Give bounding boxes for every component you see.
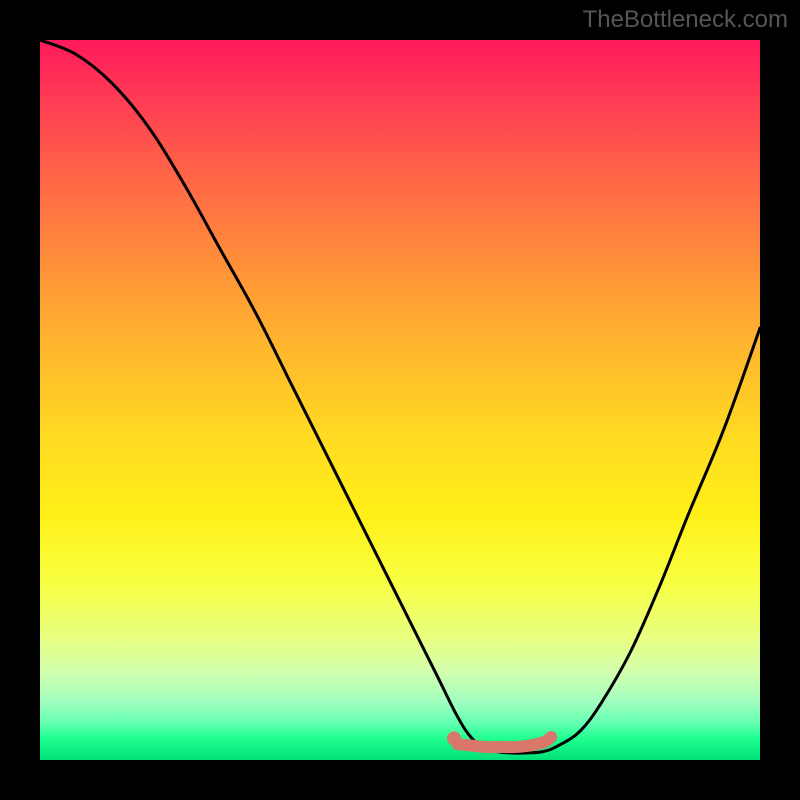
bottleneck-curve-path — [40, 40, 760, 753]
watermark-text: TheBottleneck.com — [583, 6, 788, 34]
chart-svg — [40, 40, 760, 760]
chart-plot-area — [40, 40, 760, 760]
highlight-dot — [447, 731, 461, 745]
